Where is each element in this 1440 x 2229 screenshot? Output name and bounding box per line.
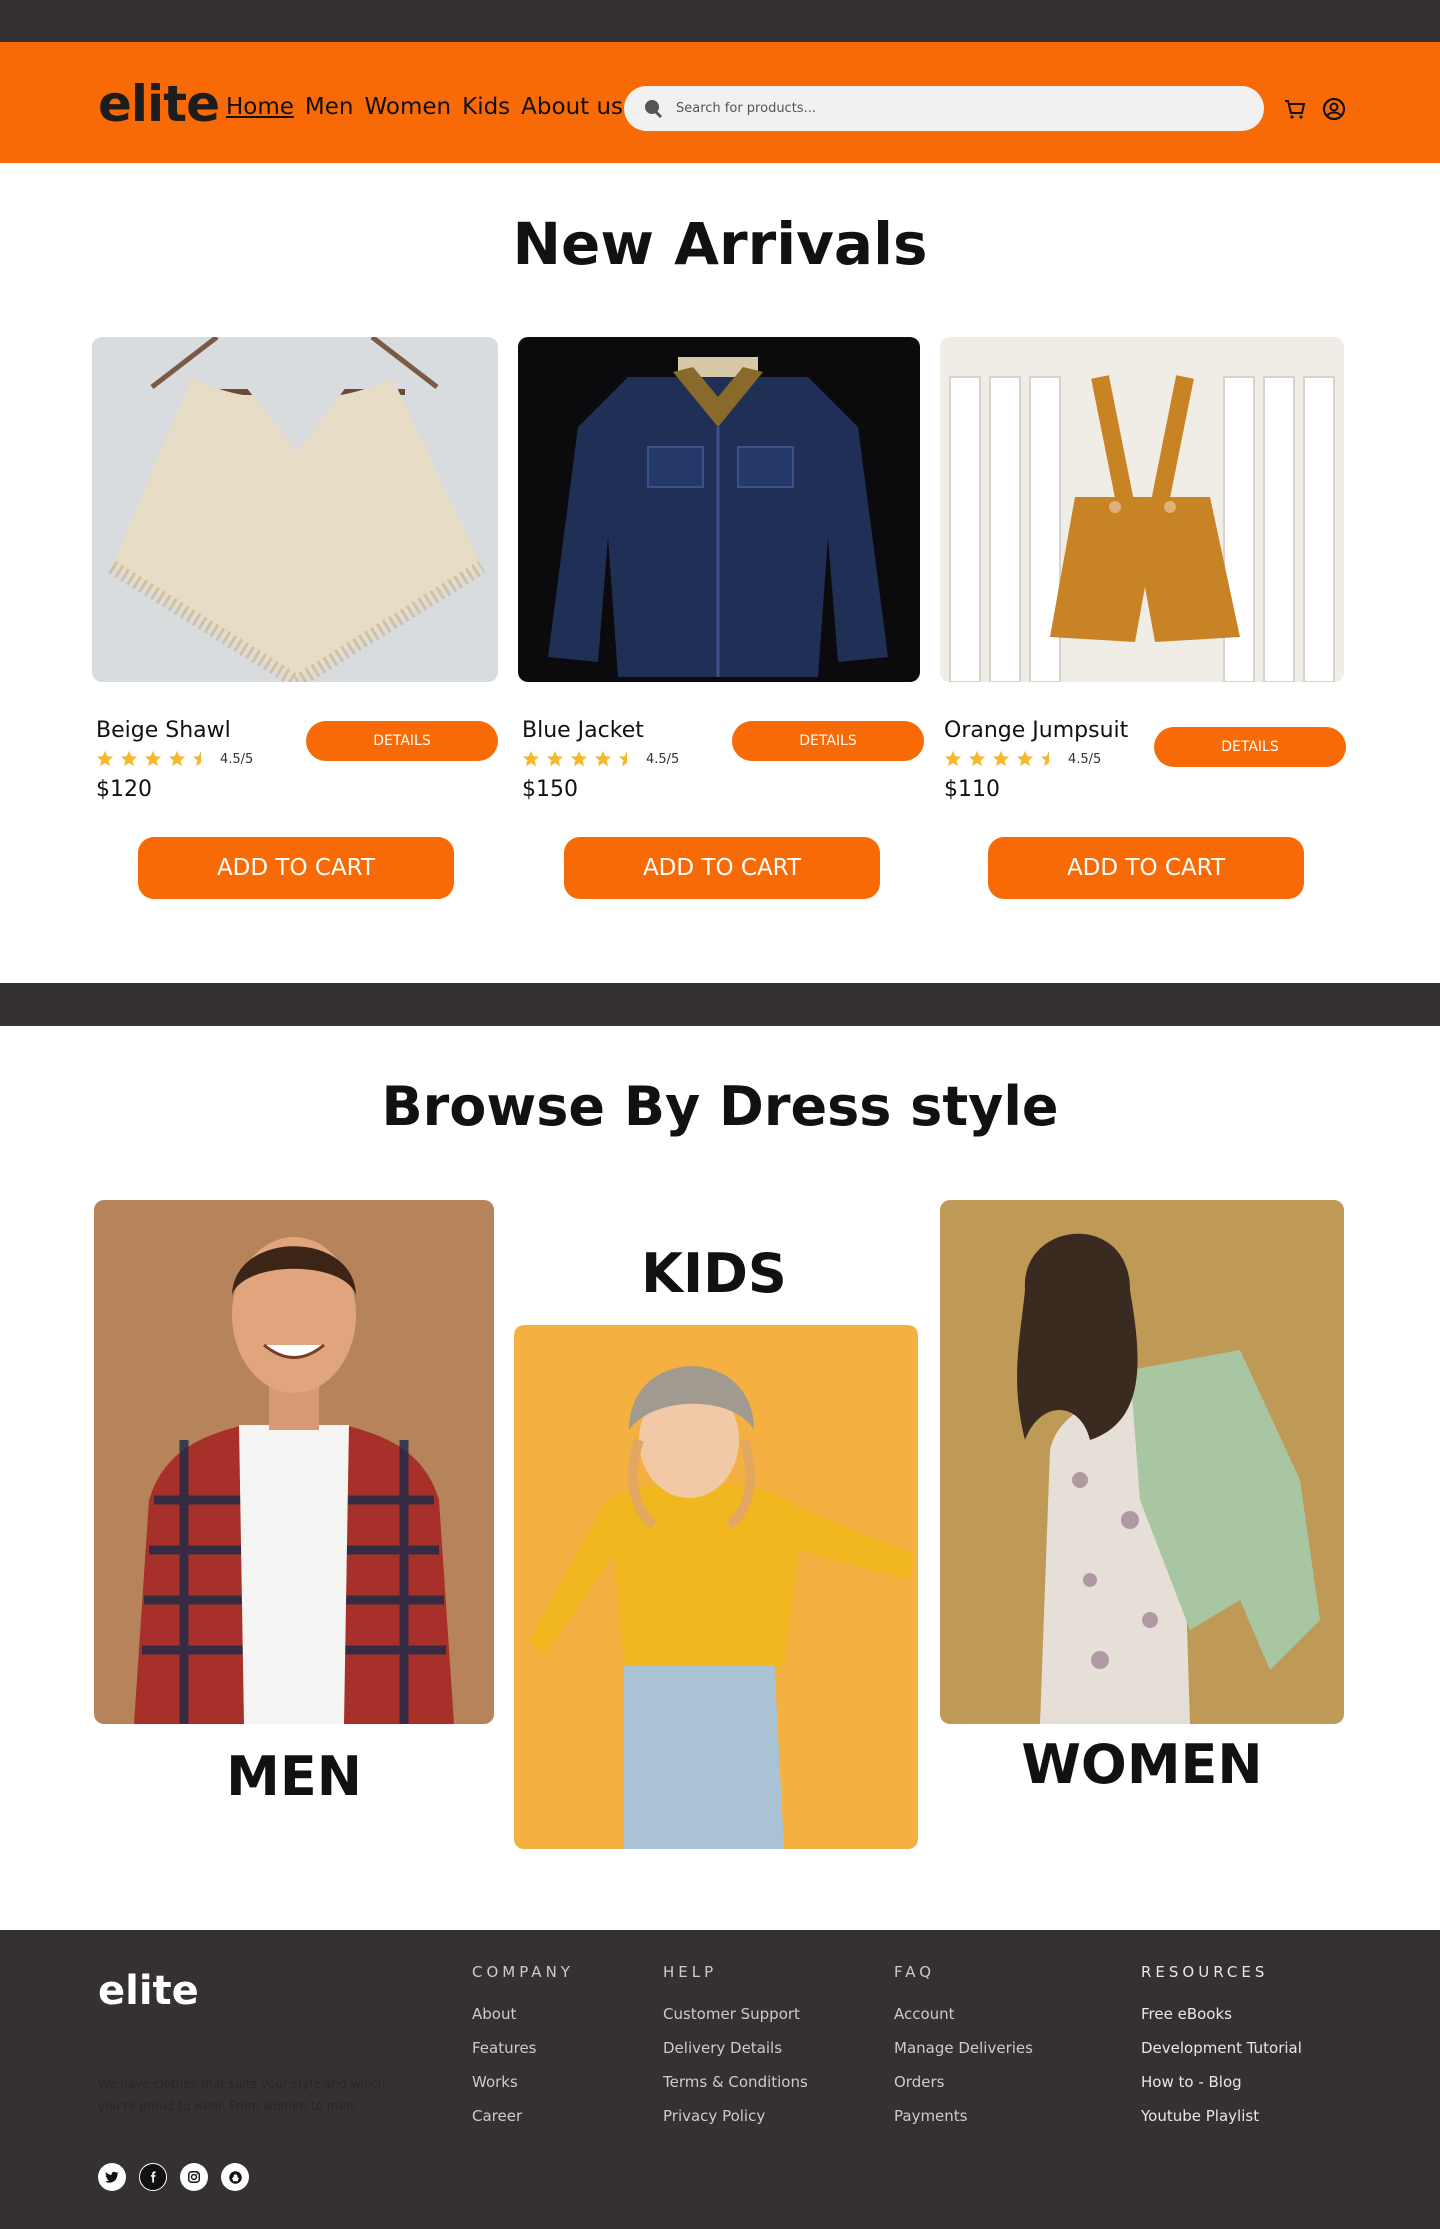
footer-link[interactable]: Development Tutorial <box>1141 2039 1302 2057</box>
add-to-cart-button[interactable]: ADD TO CART <box>988 837 1304 899</box>
women-label[interactable]: WOMEN <box>940 1733 1344 1796</box>
star-icon <box>522 750 540 767</box>
cart-icon[interactable] <box>1283 97 1307 121</box>
footer-col-help: HELP Customer Support Delivery Details T… <box>663 1963 808 2141</box>
main-nav: Home Men Women Kids About us <box>226 94 634 120</box>
star-icon <box>594 750 612 767</box>
rating-stars: 4.5/5 <box>96 750 253 768</box>
footer-link[interactable]: How to - Blog <box>1141 2073 1302 2091</box>
footer-link[interactable]: Delivery Details <box>663 2039 808 2057</box>
kids-label[interactable]: KIDS <box>514 1242 914 1305</box>
new-arrivals-title: New Arrivals <box>512 210 928 278</box>
add-to-cart-button[interactable]: ADD TO CART <box>138 837 454 899</box>
star-icon <box>944 750 962 767</box>
product-name[interactable]: Blue Jacket <box>522 718 644 743</box>
star-icon <box>144 750 162 767</box>
footer-col-heading: RESOURCES <box>1141 1963 1269 1981</box>
footer-link[interactable]: Payments <box>894 2107 1033 2125</box>
star-icon <box>968 750 986 767</box>
star-icon <box>546 750 564 767</box>
star-icon <box>992 750 1010 767</box>
github-icon[interactable] <box>221 2163 249 2191</box>
top-strip <box>0 0 1440 42</box>
footer-link[interactable]: Privacy Policy <box>663 2107 808 2125</box>
product-name[interactable]: Orange Jumpsuit <box>944 718 1128 743</box>
footer-link[interactable]: Youtube Playlist <box>1141 2107 1302 2125</box>
footer-col-heading: COMPANY <box>472 1963 574 1981</box>
star-icon <box>570 750 588 767</box>
product-image-blue-jacket[interactable] <box>518 337 920 682</box>
product-price: $120 <box>96 777 152 802</box>
product-image-orange-jumpsuit[interactable] <box>940 337 1344 682</box>
add-to-cart-button[interactable]: ADD TO CART <box>564 837 880 899</box>
footer-link[interactable]: Features <box>472 2039 574 2057</box>
footer-link[interactable]: Orders <box>894 2073 1033 2091</box>
footer-link[interactable]: Free eBooks <box>1141 2005 1302 2023</box>
details-button[interactable]: DETAILS <box>306 721 498 761</box>
search-input[interactable] <box>676 94 1236 122</box>
footer-col-faq: FAQ Account Manage Deliveries Orders Pay… <box>894 1963 1033 2141</box>
product-image-beige-shawl[interactable] <box>92 337 498 682</box>
star-icon <box>1016 750 1034 767</box>
search-icon[interactable] <box>643 98 663 118</box>
footer-link[interactable]: Customer Support <box>663 2005 808 2023</box>
facebook-icon[interactable] <box>139 2163 167 2191</box>
instagram-icon[interactable] <box>180 2163 208 2191</box>
footer-link[interactable]: About <box>472 2005 574 2023</box>
nav-women[interactable]: Women <box>365 94 452 120</box>
star-icon <box>168 750 186 767</box>
men-label[interactable]: MEN <box>94 1745 494 1808</box>
rating-value: 4.5/5 <box>1068 751 1102 767</box>
section-divider <box>0 983 1440 1026</box>
nav-kids[interactable]: Kids <box>462 94 510 120</box>
navbar: elite Home Men Women Kids About us <box>0 42 1440 163</box>
details-button[interactable]: DETAILS <box>1154 727 1346 767</box>
footer-col-company: COMPANY About Features Works Career <box>472 1963 574 2141</box>
footer-link[interactable]: Manage Deliveries <box>894 2039 1033 2057</box>
footer-link[interactable]: Account <box>894 2005 1033 2023</box>
half-star-icon <box>192 750 201 767</box>
star-icon <box>96 750 114 767</box>
kids-style-image[interactable] <box>514 1325 918 1849</box>
product-price: $150 <box>522 777 578 802</box>
nav-about[interactable]: About us <box>521 94 623 120</box>
footer-link[interactable]: Works <box>472 2073 574 2091</box>
search-bar <box>624 86 1264 131</box>
star-icon <box>120 750 138 767</box>
footer-description: We have clothes that suits your style an… <box>98 2077 386 2113</box>
twitter-icon[interactable] <box>98 2163 126 2191</box>
footer-link[interactable]: Career <box>472 2107 574 2125</box>
product-name[interactable]: Beige Shawl <box>96 718 231 743</box>
product-price: $110 <box>944 777 1000 802</box>
nav-men[interactable]: Men <box>305 94 354 120</box>
rating-value: 4.5/5 <box>646 751 680 767</box>
footer-link[interactable]: Terms & Conditions <box>663 2073 808 2091</box>
footer: elite We have clothes that suits your st… <box>0 1930 1440 2229</box>
men-style-image[interactable] <box>94 1200 494 1724</box>
user-icon[interactable] <box>1322 97 1346 121</box>
women-style-image[interactable] <box>940 1200 1344 1724</box>
footer-col-heading: HELP <box>663 1963 718 1981</box>
footer-logo[interactable]: elite <box>98 1968 199 2014</box>
footer-col-resources: RESOURCES Free eBooks Development Tutori… <box>1141 1963 1302 2141</box>
rating-stars: 4.5/5 <box>522 750 679 768</box>
details-button[interactable]: DETAILS <box>732 721 924 761</box>
footer-col-heading: FAQ <box>894 1963 936 1981</box>
logo[interactable]: elite <box>98 75 220 133</box>
rating-stars: 4.5/5 <box>944 750 1101 768</box>
half-star-icon <box>1040 750 1049 767</box>
rating-value: 4.5/5 <box>220 751 254 767</box>
nav-home[interactable]: Home <box>226 94 294 120</box>
half-star-icon <box>618 750 627 767</box>
browse-title: Browse By Dress style <box>381 1075 1059 1138</box>
social-links <box>98 2163 249 2191</box>
